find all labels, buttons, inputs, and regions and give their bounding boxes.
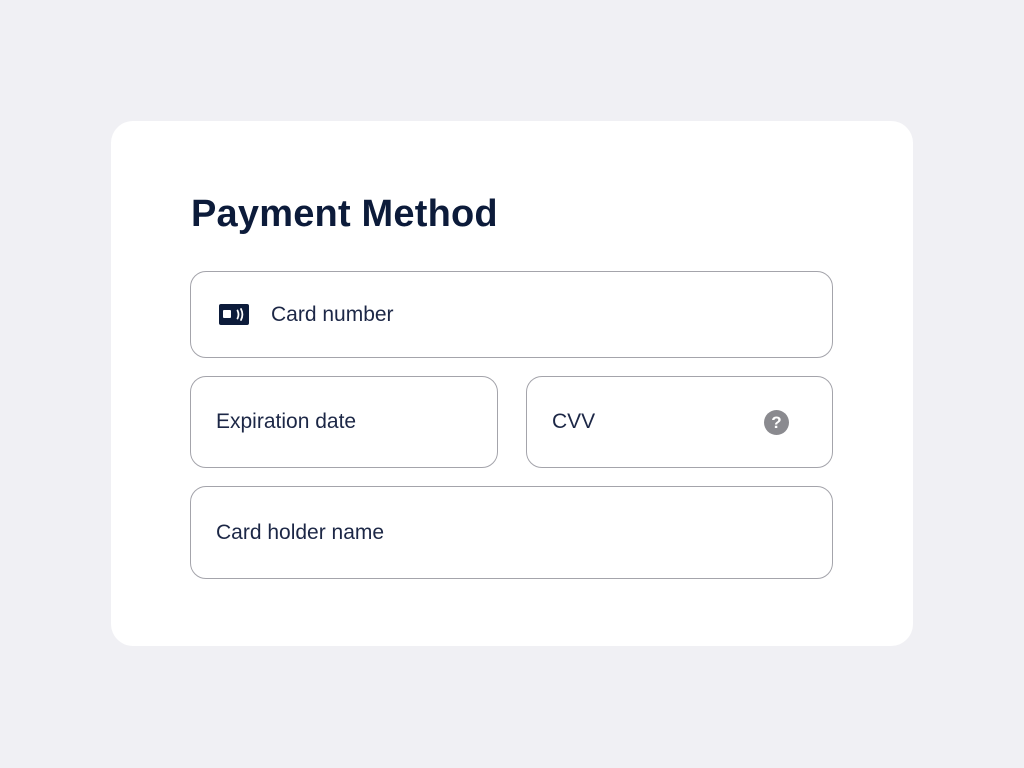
card-holder-name-input[interactable] xyxy=(191,487,832,578)
card-holder-name-field[interactable] xyxy=(190,486,833,579)
card-number-input[interactable] xyxy=(191,272,832,357)
expiration-date-input[interactable] xyxy=(191,377,497,467)
cvv-field[interactable]: ? xyxy=(526,376,833,468)
payment-method-card: Payment Method ? xyxy=(111,121,913,646)
expiration-date-field[interactable] xyxy=(190,376,498,468)
page-title: Payment Method xyxy=(191,193,498,235)
card-number-field[interactable] xyxy=(190,271,833,358)
question-mark-icon[interactable]: ? xyxy=(764,410,789,435)
